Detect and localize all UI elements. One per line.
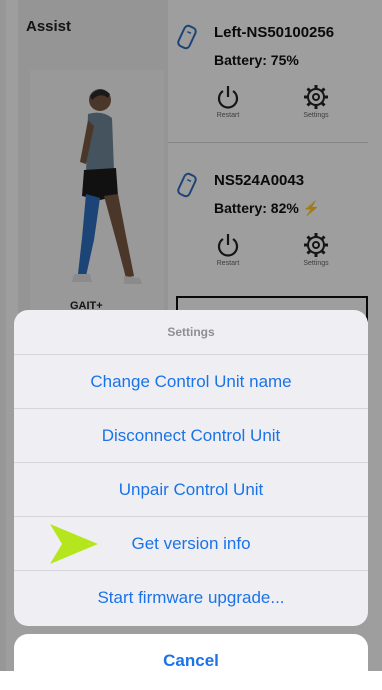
pointer-arrow-icon: [50, 524, 98, 564]
unpair-control-unit-button[interactable]: Unpair Control Unit: [14, 462, 368, 516]
disconnect-control-unit-button[interactable]: Disconnect Control Unit: [14, 408, 368, 462]
settings-action-sheet: Settings Change Control Unit name Discon…: [14, 310, 368, 626]
app-background: Assist GAIT+ Left-NS50100256 Battery: 75…: [0, 0, 382, 690]
change-control-unit-name-button[interactable]: Change Control Unit name: [14, 354, 368, 408]
cancel-button[interactable]: Cancel: [14, 634, 368, 690]
action-sheet-title: Settings: [167, 325, 215, 339]
start-firmware-upgrade-button[interactable]: Start firmware upgrade...: [14, 570, 368, 624]
